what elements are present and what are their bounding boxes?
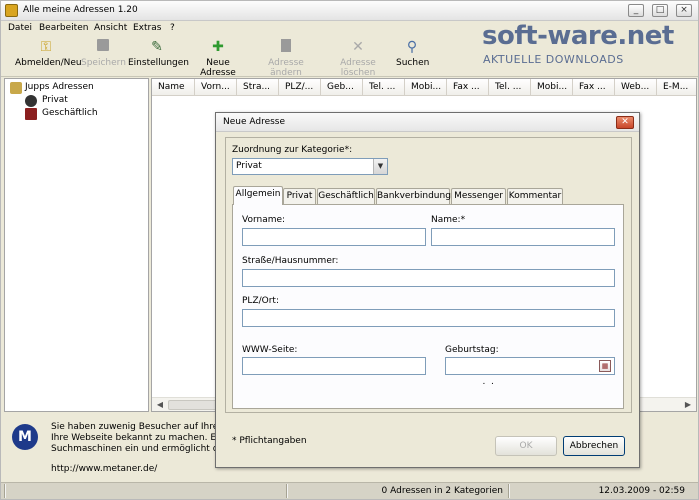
- tree-root[interactable]: Jupps Adressen: [25, 82, 94, 92]
- window-title: Alle meine Adressen 1.20: [23, 5, 138, 15]
- required-note: * Pflichtangaben: [232, 436, 307, 446]
- edit-address-button[interactable]: Adresse ändern: [252, 39, 320, 78]
- logout-new-button[interactable]: ⚿ Abmelden/Neu: [15, 39, 82, 68]
- dialog-title-bar: Neue Adresse ✕: [216, 113, 639, 132]
- settings-button[interactable]: ✎ Einstellungen: [128, 39, 189, 68]
- tab-privat[interactable]: Privat: [283, 188, 316, 204]
- dialog-close-button[interactable]: ✕: [616, 116, 634, 129]
- info-url-link[interactable]: http://www.metaner.de/: [51, 464, 157, 474]
- privat-icon: [25, 95, 37, 107]
- edit-icon: [278, 39, 294, 55]
- tree-item-privat[interactable]: Privat: [42, 95, 68, 105]
- menu-help[interactable]: ?: [170, 23, 175, 33]
- status-bar: 0 Adressen in 2 Kategorien 12.03.2009 - …: [1, 482, 698, 499]
- category-select[interactable]: Privat ▼: [232, 158, 388, 175]
- plz-ort-field[interactable]: [242, 309, 615, 327]
- geburtstag-field[interactable]: . . ▦: [445, 357, 615, 387]
- menu-bearbeiten[interactable]: Bearbeiten: [39, 23, 88, 33]
- column-header[interactable]: E-M...: [657, 79, 696, 96]
- column-header[interactable]: Tel. ...: [489, 79, 531, 96]
- minimize-button[interactable]: _: [628, 4, 644, 17]
- new-address-button[interactable]: ✚ Neue Adresse: [188, 39, 248, 78]
- dialog-panel: Zuordnung zur Kategorie*: Privat ▼ Allge…: [225, 137, 632, 413]
- info-line: Ihre Webseite bekannt zu machen. Es tr: [51, 433, 231, 443]
- tab-kommentar[interactable]: Kommentar: [507, 188, 563, 204]
- vorname-label: Vorname:: [242, 215, 286, 225]
- calendar-icon[interactable]: ▦: [599, 360, 611, 372]
- address-book-icon: [10, 82, 22, 94]
- status-datetime: 12.03.2009 - 02:59: [509, 484, 689, 498]
- column-header[interactable]: Fax ...: [447, 79, 489, 96]
- new-address-dialog: Neue Adresse ✕ Zuordnung zur Kategorie*:…: [215, 112, 640, 468]
- tab-allgemein[interactable]: Allgemein: [233, 186, 283, 205]
- column-header[interactable]: Mobi...: [405, 79, 447, 96]
- info-line: Suchmaschinen ein und ermöglicht die ei: [51, 444, 238, 454]
- cancel-button[interactable]: Abbrechen: [563, 436, 625, 456]
- strasse-label: Straße/Hausnummer:: [242, 256, 339, 266]
- column-header[interactable]: Geb...: [321, 79, 363, 96]
- scroll-left-icon[interactable]: ◀: [154, 399, 166, 411]
- info-line: Sie haben zuwenig Besucher auf Ihrer W: [51, 422, 234, 432]
- tab-geschaeftlich[interactable]: Geschäftlich: [317, 188, 375, 204]
- main-window: Alle meine Adressen 1.20 _ □ × Datei Bea…: [0, 0, 699, 500]
- column-header[interactable]: Web...: [615, 79, 657, 96]
- tab-panel-allgemein: Vorname: Name:* Straße/Hausnummer: PLZ/O…: [232, 204, 624, 409]
- close-button[interactable]: ×: [676, 4, 692, 17]
- vorname-field[interactable]: [242, 228, 426, 246]
- chevron-down-icon[interactable]: ▼: [373, 159, 387, 174]
- scroll-right-icon[interactable]: ▶: [682, 399, 694, 411]
- www-field[interactable]: [242, 357, 426, 375]
- maximize-button[interactable]: □: [652, 4, 668, 17]
- delete-address-button[interactable]: ✕ Adresse löschen: [323, 39, 393, 78]
- key-icon: ⚿: [40, 39, 52, 55]
- category-tree: Jupps Adressen Privat Geschäftlich: [4, 78, 149, 412]
- menu-extras[interactable]: Extras: [133, 23, 161, 33]
- column-header[interactable]: Stra...: [237, 79, 279, 96]
- menu-datei[interactable]: Datei: [8, 23, 32, 33]
- status-cell-empty: [5, 484, 285, 498]
- column-header[interactable]: PLZ/...: [279, 79, 321, 96]
- strasse-field[interactable]: [242, 269, 615, 287]
- app-book-icon: [5, 4, 18, 17]
- column-header[interactable]: Tel. ...: [363, 79, 405, 96]
- add-icon: ✚: [212, 39, 224, 55]
- plz-ort-label: PLZ/Ort:: [242, 296, 279, 306]
- save-button[interactable]: Speichern: [81, 39, 126, 68]
- metaner-logo-icon: M: [12, 424, 38, 450]
- ok-button[interactable]: OK: [495, 436, 557, 456]
- status-count: 0 Adressen in 2 Kategorien: [287, 484, 507, 498]
- tab-bankverbindung[interactable]: Bankverbindung: [376, 188, 451, 204]
- column-header[interactable]: Vorn...: [195, 79, 237, 96]
- toolbar: ⚿ Abmelden/Neu Speichern ✎ Einstellungen…: [1, 37, 698, 78]
- geburtstag-label: Geburtstag:: [445, 345, 499, 355]
- name-field[interactable]: [431, 228, 615, 246]
- save-icon: [95, 39, 111, 55]
- title-bar: Alle meine Adressen 1.20 _ □ ×: [1, 1, 698, 21]
- tree-item-geschaeftlich[interactable]: Geschäftlich: [42, 108, 98, 118]
- www-label: WWW-Seite:: [242, 345, 298, 355]
- column-header[interactable]: Fax ...: [573, 79, 615, 96]
- column-header[interactable]: Name: [152, 79, 195, 96]
- tab-messenger[interactable]: Messenger: [451, 188, 506, 204]
- name-label: Name:*: [431, 215, 466, 225]
- category-label: Zuordnung zur Kategorie*:: [232, 145, 353, 155]
- search-button[interactable]: ⚲ Suchen: [396, 39, 429, 68]
- settings-icon: ✎: [151, 39, 163, 55]
- menu-ansicht[interactable]: Ansicht: [94, 23, 127, 33]
- column-header[interactable]: Mobi...: [531, 79, 573, 96]
- search-icon: ⚲: [406, 39, 418, 55]
- business-icon: [25, 108, 37, 120]
- delete-icon: ✕: [352, 39, 364, 55]
- dialog-title: Neue Adresse: [223, 117, 286, 127]
